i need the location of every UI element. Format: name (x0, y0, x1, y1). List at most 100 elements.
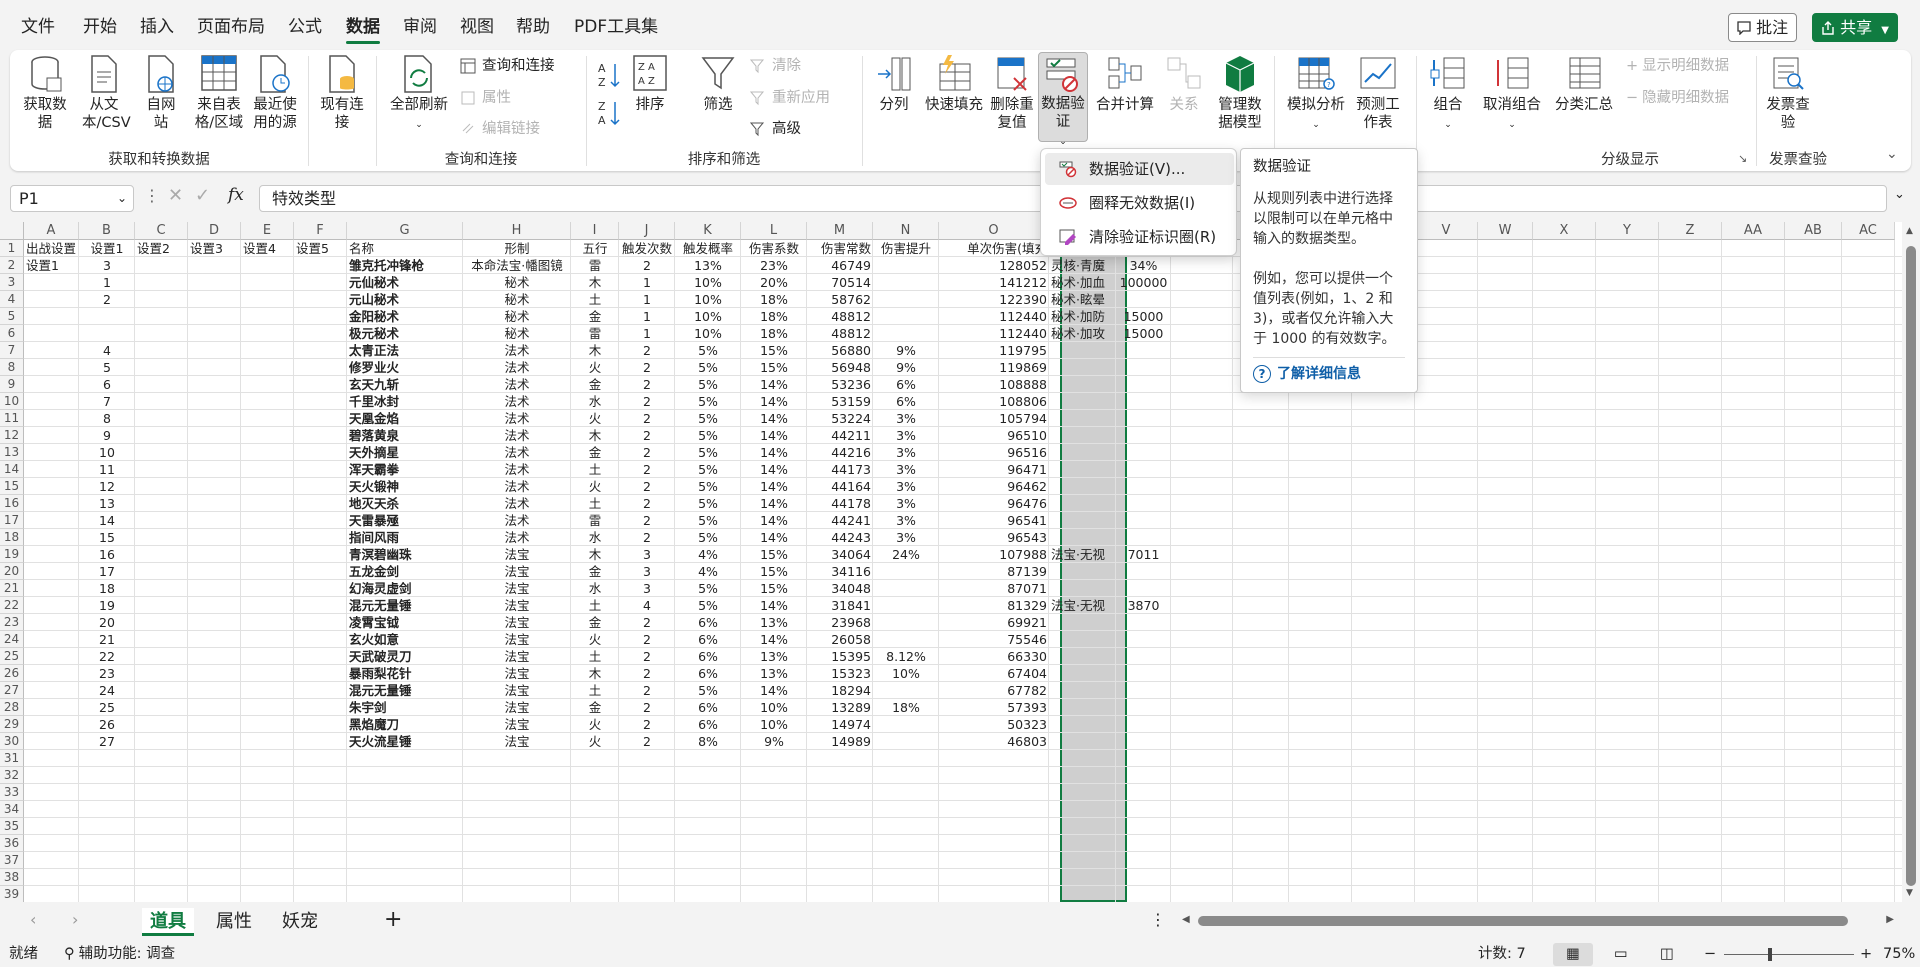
cell[interactable]: 5% (677, 410, 739, 427)
cell[interactable]: 3% (875, 495, 937, 512)
cell[interactable]: 单次伤害(填充 (941, 240, 1047, 257)
cell[interactable]: 6% (875, 376, 937, 393)
column-header-j[interactable]: J (619, 222, 675, 240)
cell[interactable]: 5% (677, 597, 739, 614)
worksheet-grid[interactable]: ABCDEFGHIJKLMNOPQRSTUVWXYZAAABAC12345678… (0, 222, 1902, 902)
cell[interactable]: 8.12% (875, 648, 937, 665)
cell[interactable]: 五行 (573, 240, 617, 257)
cell[interactable]: 2 (621, 699, 673, 716)
row-header[interactable]: 10 (0, 393, 24, 410)
cell[interactable]: 5% (677, 376, 739, 393)
cell[interactable]: 3% (875, 512, 937, 529)
cell[interactable]: 14% (743, 376, 805, 393)
cell[interactable]: 1 (621, 291, 673, 308)
show-detail-button[interactable]: + 显示明细数据 (1626, 54, 1729, 78)
cell[interactable]: 1 (621, 308, 673, 325)
row-header[interactable]: 32 (0, 767, 24, 784)
cell[interactable]: 27 (81, 733, 133, 750)
cell[interactable]: 5% (677, 393, 739, 410)
cell[interactable]: 22 (81, 648, 133, 665)
cell[interactable]: 法宝 (465, 563, 569, 580)
cell[interactable]: 火 (573, 733, 617, 750)
cell[interactable]: 96516 (941, 444, 1047, 461)
select-all-corner[interactable] (0, 222, 24, 240)
sort-button[interactable]: Z A A Z 排序 (628, 54, 672, 114)
cell[interactable]: 48812 (809, 308, 871, 325)
cell[interactable]: 2 (621, 733, 673, 750)
cell[interactable]: 23% (743, 257, 805, 274)
cell[interactable]: 2 (621, 393, 673, 410)
cell[interactable]: 木 (573, 427, 617, 444)
cell[interactable]: 设置5 (296, 240, 345, 257)
cell[interactable]: 6% (677, 699, 739, 716)
column-header-v[interactable]: V (1415, 222, 1478, 240)
cell[interactable]: 秘术 (465, 291, 569, 308)
data-validation-item[interactable]: 数据验证(V)... (1045, 153, 1234, 185)
cell[interactable]: 雷 (573, 325, 617, 342)
cell[interactable]: 5% (677, 478, 739, 495)
cell[interactable]: 土 (573, 597, 617, 614)
cell[interactable]: 2 (621, 665, 673, 682)
from-text-button[interactable]: 从文本/CSV (82, 54, 131, 132)
cell[interactable]: 金 (573, 563, 617, 580)
cell[interactable]: 金 (573, 308, 617, 325)
cell[interactable]: 土 (573, 495, 617, 512)
cell[interactable]: 15% (743, 359, 805, 376)
cell[interactable]: 灵核·青魔 (1051, 257, 1114, 274)
circle-invalid-item[interactable]: 圈释无效数据(I) (1045, 187, 1234, 219)
cell[interactable]: 21 (81, 631, 133, 648)
cell[interactable]: 千里冰封 (349, 393, 461, 410)
cell[interactable]: 法宝 (465, 733, 569, 750)
cell[interactable]: 20% (743, 274, 805, 291)
column-header-n[interactable]: N (873, 222, 939, 240)
cell[interactable]: 法宝 (465, 665, 569, 682)
cell[interactable]: 18% (743, 308, 805, 325)
cell[interactable]: 14% (743, 495, 805, 512)
cell[interactable]: 10% (677, 308, 739, 325)
cell[interactable]: 15% (743, 580, 805, 597)
queries-connections-button[interactable]: 查询和连接 (460, 54, 555, 78)
cell[interactable]: 火 (573, 359, 617, 376)
cell[interactable]: 7011 (1118, 546, 1169, 563)
column-header-k[interactable]: K (675, 222, 741, 240)
cell[interactable]: 1 (621, 274, 673, 291)
cell[interactable]: 70514 (809, 274, 871, 291)
scroll-down-icon[interactable]: ▼ (1906, 888, 1913, 898)
add-sheet-icon[interactable]: + (384, 907, 402, 932)
cell[interactable]: 48812 (809, 325, 871, 342)
more-sheets-icon[interactable]: ⋮ (1150, 910, 1166, 929)
cell[interactable]: 100000 (1118, 274, 1169, 291)
cell[interactable]: 15323 (809, 665, 871, 682)
cell[interactable]: 法宝 (465, 631, 569, 648)
filter-button[interactable]: 筛选 (696, 54, 740, 114)
cell[interactable]: 46803 (941, 733, 1047, 750)
cell[interactable]: 14 (81, 512, 133, 529)
cell[interactable]: 6% (677, 648, 739, 665)
cell[interactable]: 5% (677, 495, 739, 512)
menu-pdf-tools[interactable]: PDF工具集 (574, 15, 658, 39)
cell[interactable]: 土 (573, 461, 617, 478)
cell[interactable]: 18% (743, 291, 805, 308)
cell[interactable]: 法宝 (465, 597, 569, 614)
cell[interactable]: 2 (621, 342, 673, 359)
cell[interactable]: 20 (81, 614, 133, 631)
cell[interactable]: 法术 (465, 461, 569, 478)
invoice-check-button[interactable]: 发票查验 (1766, 54, 1810, 132)
cell[interactable]: 3% (875, 444, 937, 461)
cell[interactable]: 14% (743, 631, 805, 648)
cell[interactable]: 96476 (941, 495, 1047, 512)
cell[interactable]: 5% (677, 359, 739, 376)
cell[interactable]: 水 (573, 529, 617, 546)
cell[interactable]: 天凰金焰 (349, 410, 461, 427)
data-validation-button[interactable]: 数据验证 ⌄ (1038, 52, 1088, 147)
cell[interactable]: 混元无量锤 (349, 597, 461, 614)
cell[interactable]: 96543 (941, 529, 1047, 546)
group-button[interactable]: 组合 ⌄ (1426, 54, 1470, 134)
hide-detail-button[interactable]: − 隐藏明细数据 (1626, 86, 1729, 110)
flash-fill-button[interactable]: 快速填充 (922, 54, 986, 114)
column-header-a[interactable]: A (24, 222, 79, 240)
cell[interactable]: 25 (81, 699, 133, 716)
cell[interactable]: 4% (677, 546, 739, 563)
ungroup-button[interactable]: 取消组合 ⌄ (1480, 54, 1544, 134)
scroll-left-icon[interactable]: ◀ (1182, 914, 1190, 925)
